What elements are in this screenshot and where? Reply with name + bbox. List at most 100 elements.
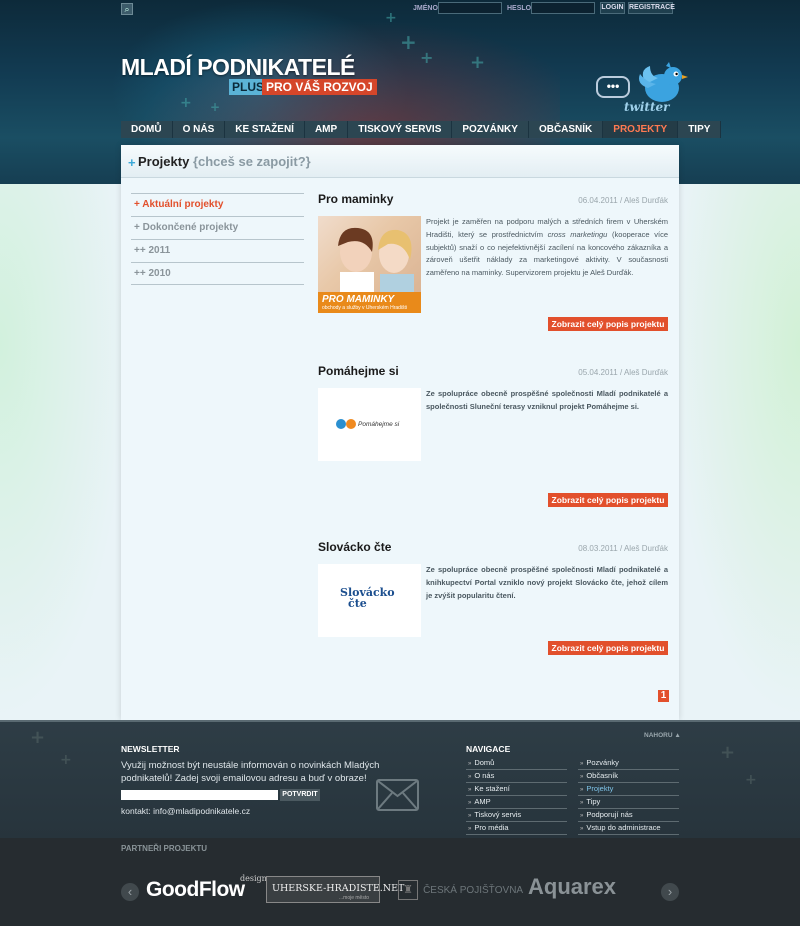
project-image-subtitle: obchody a služby v Uherském Hradišti [322,305,408,311]
partner-goodflow[interactable]: GoodFlow design [146,874,267,902]
partner-logo-text: UHERSKE-HRADISTE.NET [272,883,405,894]
partner-ceska-pojistovna[interactable]: ♜ ČESKÁ POJIŠŤOVNA [398,880,523,900]
plus-decoration: + [745,772,757,788]
arrow-right-icon: » [580,826,584,832]
project-title[interactable]: Slovácko čte [318,540,391,554]
project-logo-line: čte [348,597,367,610]
nav-item-ke-stazeni[interactable]: KE STAŽENÍ [225,121,305,138]
project-meta: 06.04.2011 / Aleš Durďák [578,196,668,205]
side-item-2010[interactable]: ++ 2010 [131,262,304,285]
project-image[interactable]: Pomáhejme si [318,388,421,461]
twitter-link[interactable]: ••• twitter [596,60,688,120]
main-nav: DOMŮ O NÁS KE STAŽENÍ AMP TISKOVÝ SERVIS… [121,121,722,138]
plus-decoration: + [30,727,46,748]
newsletter-submit-button[interactable]: POTVRDIT [280,789,320,801]
nav-item-projekty[interactable]: PROJEKTY [603,121,679,138]
arrow-right-icon: » [580,813,584,819]
search-icon[interactable]: ⌕ [121,3,133,15]
arrow-right-icon: » [468,774,472,780]
show-project-button[interactable]: Zobrazit celý popis projektu [548,493,668,507]
nav-item-tiskovy-servis[interactable]: TISKOVÝ SERVIS [348,121,453,138]
name-input[interactable] [438,2,502,14]
page-title: Projekty {chceš se zapojit?} [138,154,311,169]
partner-aquarex[interactable]: Aquarex [528,874,616,900]
nav-item-pozvanky[interactable]: POZVÁNKY [452,121,529,138]
project-meta: 05.04.2011 / Aleš Durďák [578,368,668,377]
partner-logo-text: GoodFlow [146,878,245,901]
carousel-next-button[interactable]: › [661,883,679,901]
project-image[interactable]: Slovácko čte [318,564,421,637]
page-header: + Projekty {chceš se zapojit?} [121,145,679,178]
show-project-button[interactable]: Zobrazit celý popis projektu [548,317,668,331]
password-label: HESLO [507,5,532,12]
partner-logo-text: design [240,874,267,883]
project-title[interactable]: Pomáhejme si [318,364,399,378]
side-item-dokoncene-projekty[interactable]: + Dokončené projekty [131,216,304,239]
pagination-page[interactable]: 1 [658,690,669,702]
show-project-button[interactable]: Zobrazit celý popis projektu [548,641,668,655]
site-logo-title[interactable]: MLADÍ PODNIKATELÉ [121,54,355,81]
name-label: JMÉNO [413,5,438,12]
arrow-up-icon: ▲ [674,732,681,739]
footer-nav-label: Domů [474,758,495,767]
project-item: Slovácko čte 08.03.2011 / Aleš Durďák Sl… [318,540,668,660]
footer-nav-amp[interactable]: » AMP [466,796,567,809]
footer-nav-o-nas[interactable]: » O nás [466,770,567,783]
plus-decoration: + [400,30,417,54]
side-item-2011[interactable]: ++ 2011 [131,239,304,262]
footer-nav-domu[interactable]: » Domů [466,757,567,770]
project-description: Ze spolupráce obecně prospěšné společnos… [426,389,668,411]
project-title[interactable]: Pro maminky [318,192,393,206]
arrow-right-icon: » [580,787,584,793]
newsletter-heading: NEWSLETTER [121,744,180,754]
partner-logo-text: Aquarex [528,874,617,899]
back-to-top-link[interactable]: NAHORU ▲ [644,732,681,739]
partner-uherske-hradiste[interactable]: UHERSKE-HRADISTE.NET ...moje město [266,876,404,903]
plus-decoration: + [470,52,486,73]
top-bar: ⌕ JMÉNO HESLO LOGIN REGISTRACE [0,0,800,17]
footer-nav-tipy[interactable]: » Tipy [578,796,679,809]
footer-nav-label: O nás [474,771,495,780]
footer-nav-label: Pro média [474,823,509,832]
arrow-right-icon: » [468,826,472,832]
project-image-logo: Pomáhejme si [358,421,400,428]
plus-decoration: + [720,742,736,763]
project-image[interactable]: PRO MAMINKY obchody a služby v Uherském … [318,216,421,313]
nav-item-domu[interactable]: DOMŮ [121,121,173,138]
arrow-right-icon: » [468,761,472,767]
contact-email[interactable]: kontakt: info@mladipodnikatele.cz [121,806,250,816]
project-meta: 08.03.2011 / Aleš Durďák [578,544,668,553]
nav-item-obcasnik[interactable]: OBČASNÍK [528,121,604,138]
nav-item-amp[interactable]: AMP [304,121,349,138]
footer-nav-label: Tiskový servis [474,810,522,819]
login-button[interactable]: LOGIN [600,2,625,14]
footer-nav-ke-stazeni[interactable]: » Ke stažení [466,783,567,796]
footer: + + + + NAHORU ▲ NEWSLETTER Využij možno… [0,720,800,838]
envelope-icon [376,779,419,811]
newsletter-email-input[interactable] [121,790,278,800]
partner-logo-text: ČESKÁ POJIŠŤOVNA [423,884,524,896]
footer-nav-label: Občasník [586,771,619,780]
arrow-right-icon: » [580,774,584,780]
footer-nav-podporuji-nas[interactable]: » Podporují nás [578,809,679,822]
footer-nav-label: Projekty [586,784,614,793]
footer-nav-pro-media[interactable]: » Pro média [466,822,567,835]
footer-nav-obcasnik[interactable]: » Občasník [578,770,679,783]
carousel-prev-button[interactable]: ‹ [121,883,139,901]
nav-item-o-nas[interactable]: O NÁS [172,121,226,138]
footer-nav-projekty[interactable]: » Projekty [578,783,679,796]
footer-nav-pozvanky[interactable]: » Pozvánky [578,757,679,770]
side-item-aktualni-projekty[interactable]: + Aktuální projekty [131,193,304,216]
mothers-photo-illustration [338,227,414,292]
footer-nav-tiskovy-servis[interactable]: » Tiskový servis [466,809,567,822]
nav-item-tipy[interactable]: TIPY [678,121,722,138]
project-description: Ze spolupráce obecně prospěšné společnos… [426,565,668,600]
speech-bubble-icon: ••• [596,76,630,98]
footer-nav-vstup-do-administrace[interactable]: » Vstup do administrace [578,822,679,835]
plus-decoration: + [420,48,434,67]
project-item: Pro maminky 06.04.2011 / Aleš Durďák PRO… [318,192,668,342]
plus-decoration: + [180,95,192,111]
password-input[interactable] [531,2,595,14]
side-nav: + Aktuální projekty + Dokončené projekty… [131,193,304,285]
register-button[interactable]: REGISTRACE [628,2,675,14]
